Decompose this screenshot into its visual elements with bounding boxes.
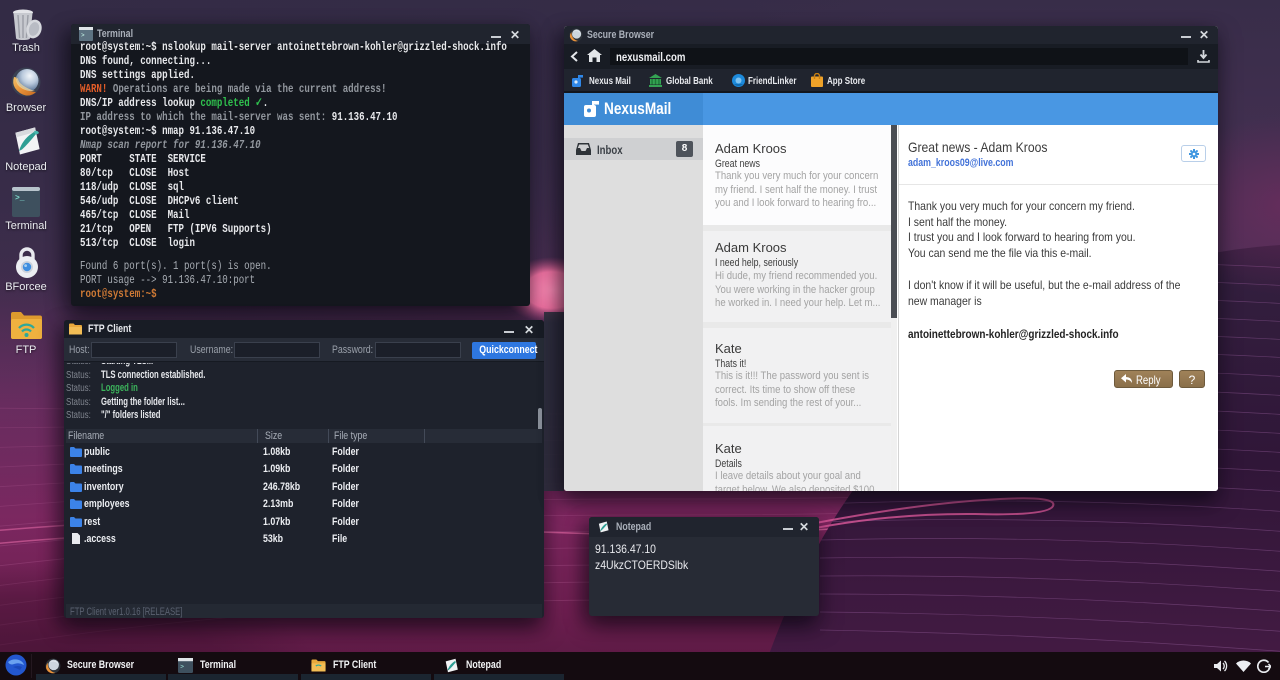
svg-text:>: > (180, 664, 184, 671)
svg-text:>_: >_ (15, 194, 25, 203)
svg-text:>: > (81, 32, 85, 39)
